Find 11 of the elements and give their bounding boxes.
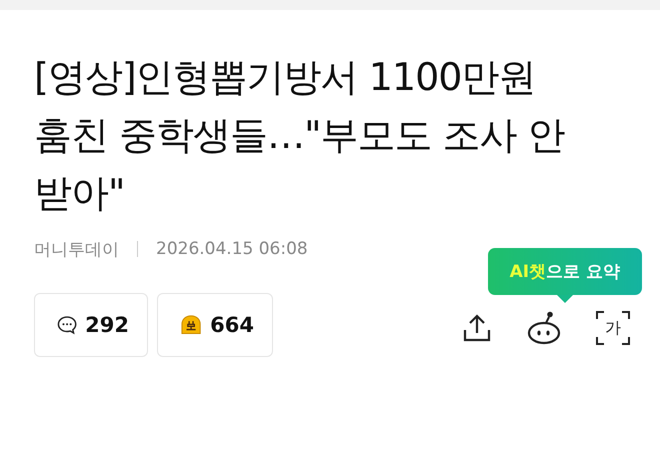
reaction-button[interactable]: 664 <box>157 293 273 357</box>
font-size-button[interactable]: 가 <box>596 311 630 345</box>
robot-icon[interactable] <box>526 311 562 345</box>
headline-line: [영상]인형뽑기방서 1100만원 <box>34 54 536 101</box>
headline-line: 받아" <box>34 170 124 217</box>
share-icon[interactable] <box>462 313 492 343</box>
source-name: 머니투데이 <box>34 238 119 260</box>
tooltip-pointer <box>556 295 573 303</box>
headline-line: 훔친 중학생들…"부모도 조사 안 <box>34 112 565 159</box>
publish-date: 2026.04.15 06:08 <box>156 239 308 259</box>
comment-button[interactable]: 292 <box>34 293 148 357</box>
